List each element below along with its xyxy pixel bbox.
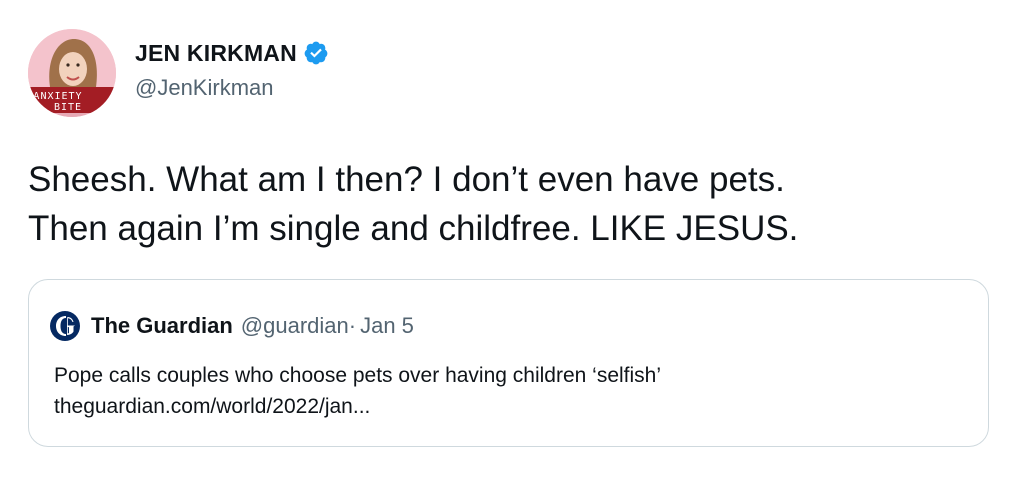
tweet-text-line: Sheesh. What am I then? I don’t even hav… [28,160,785,199]
author-name-row: JEN KIRKMAN [135,38,329,68]
avatar-caption-line1: ANXIETY [33,91,82,102]
quoted-date[interactable]: Jan 5 [360,313,414,339]
quoted-separator: · [348,313,357,338]
quoted-display-name[interactable]: The Guardian [91,313,233,339]
author-avatar[interactable]: ANXIETY BITE [28,29,116,117]
tweet-text-line: Then again I’m single and childfree. LIK… [28,209,799,248]
verified-badge-icon [303,40,329,66]
avatar-caption-line2: BITE [54,102,82,113]
quoted-text: Pope calls couples who choose pets over … [54,364,662,387]
author-handle[interactable]: @JenKirkman [135,75,329,101]
tweet-card: ANXIETY BITE JEN KIRKMAN @JenKirkman She… [0,0,1019,477]
avatar-image: ANXIETY BITE [28,29,116,117]
guardian-logo-icon [49,310,81,342]
author-block: JEN KIRKMAN @JenKirkman [135,38,329,101]
quoted-tweet-header: The Guardian @guardian · Jan 5 [49,310,414,342]
quoted-link[interactable]: theguardian.com/world/2022/jan... [54,391,661,422]
quoted-handle[interactable]: @guardian [241,313,349,339]
quoted-tweet[interactable]: The Guardian @guardian · Jan 5 Pope call… [28,279,989,447]
author-display-name[interactable]: JEN KIRKMAN [135,40,297,67]
tweet-text: Sheesh. What am I then? I don’t even hav… [28,155,988,253]
quoted-tweet-body: Pope calls couples who choose pets over … [54,360,661,422]
